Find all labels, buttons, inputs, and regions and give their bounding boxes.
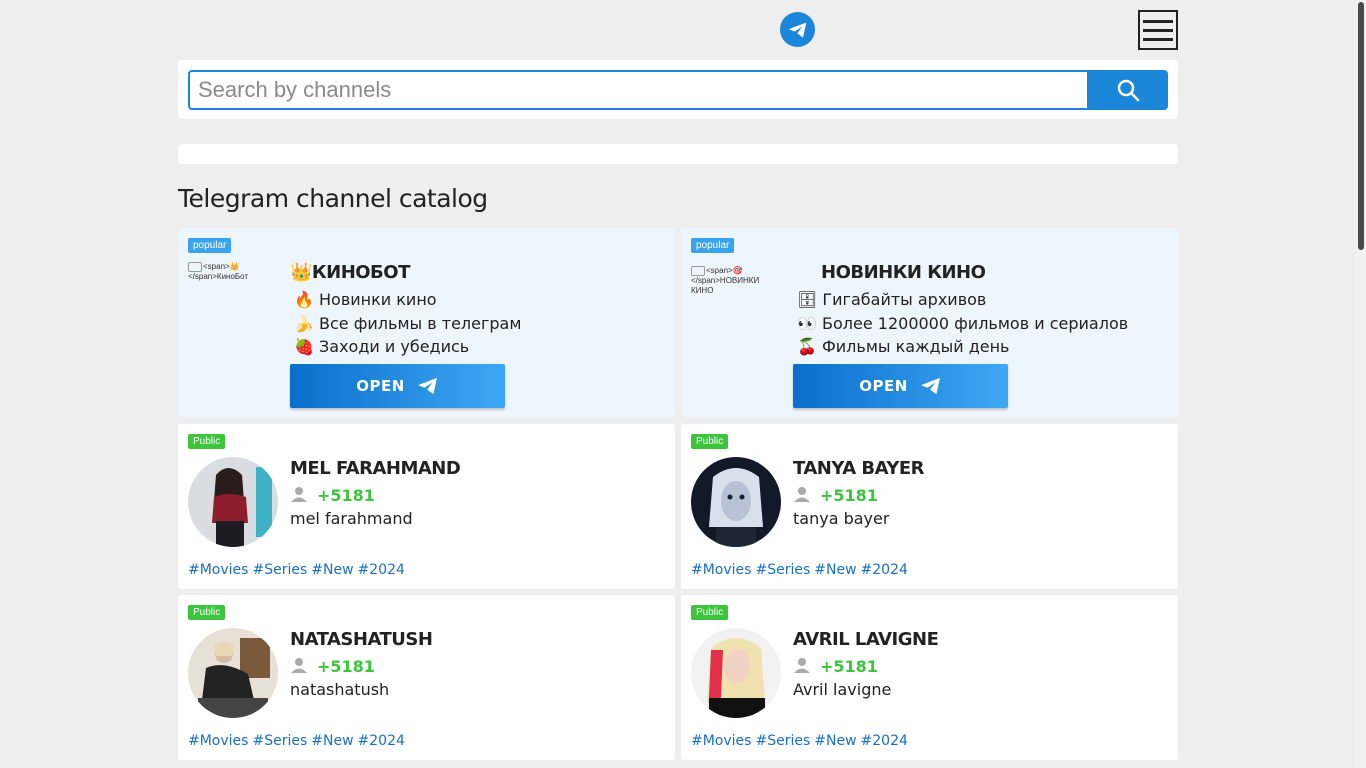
channel-title[interactable]: 👑КИНОБОТ [290, 262, 410, 283]
tag-link[interactable]: #Series [755, 733, 810, 749]
channel-tags: #Movies #Series #New #2024 [691, 733, 912, 749]
channel-description: tanya bayer [793, 509, 890, 528]
channel-card[interactable]: Public TANYA BAYER +5181 tanya bayer #Mo… [681, 424, 1178, 589]
channel-card[interactable]: Public AVRIL LAVIGNE +5181 Avril lavigne… [681, 595, 1178, 760]
channel-title[interactable]: TANYA BAYER [793, 458, 925, 479]
search-input[interactable] [188, 70, 1089, 110]
tag-link[interactable]: #Movies [691, 562, 751, 578]
channel-avatar[interactable] [691, 457, 781, 547]
open-button-label: OPEN [356, 377, 405, 395]
page-title: Telegram channel catalog [178, 184, 488, 213]
channel-description: natashatush [290, 680, 390, 699]
open-button[interactable]: OPEN [793, 364, 1008, 408]
public-badge: Public [188, 434, 226, 449]
open-button-label: OPEN [859, 377, 908, 395]
channel-tags: #Movies #Series #New #2024 [188, 733, 409, 749]
channel-avatar[interactable] [188, 628, 278, 718]
ad-banner [178, 144, 1178, 164]
popular-badge: popular [188, 238, 232, 253]
tag-link[interactable]: #2024 [358, 733, 405, 749]
public-badge: Public [188, 605, 226, 620]
user-icon [794, 658, 810, 673]
channel-avatar[interactable] [691, 628, 781, 718]
tag-link[interactable]: #Movies [188, 733, 248, 749]
tag-link[interactable]: #Movies [188, 562, 248, 578]
channel-line: 🍓 Заходи и убедись [294, 337, 470, 356]
channel-tags: #Movies #Series #New #2024 [188, 562, 409, 578]
tag-link[interactable]: #Series [755, 562, 810, 578]
tag-link[interactable]: #Series [252, 733, 307, 749]
tag-link[interactable]: #Series [252, 562, 307, 578]
channel-card[interactable]: Public NATASHATUSH +5181 natashatush #Mo… [178, 595, 675, 760]
popular-channel-card[interactable]: popular <span>👑</span>КиноБот 👑КИНОБОТ 🔥… [178, 228, 675, 417]
subscriber-count: +5181 [820, 657, 878, 676]
channel-image: <span>🎯</span>НОВИНКИ КИНО [691, 266, 760, 295]
channel-description: Avril lavigne [793, 680, 892, 699]
send-plane-icon [920, 377, 940, 395]
tag-link[interactable]: #2024 [861, 733, 908, 749]
channel-description: mel farahmand [290, 509, 413, 528]
channel-title[interactable]: НОВИНКИ КИНО [821, 262, 986, 283]
channel-avatar[interactable] [188, 457, 278, 547]
search-button[interactable] [1088, 70, 1168, 110]
search-panel [178, 60, 1178, 119]
channel-line: 🍒 Фильмы каждый день [797, 337, 1010, 356]
scrollbar-thumb[interactable] [1358, 2, 1364, 250]
channel-image: <span>👑</span>КиноБот [188, 262, 249, 281]
hamburger-menu-icon[interactable] [1138, 10, 1178, 50]
top-bar [178, 0, 1178, 60]
subscriber-count: +5181 [317, 657, 375, 676]
send-plane-icon [417, 377, 437, 395]
channel-title[interactable]: NATASHATUSH [290, 629, 433, 650]
subscriber-count: +5181 [317, 486, 375, 505]
tag-link[interactable]: #New [311, 562, 353, 578]
channel-line: 🔥 Новинки кино [294, 290, 437, 309]
user-icon [291, 487, 307, 502]
channel-line: 🗄 Гигабайты архивов [797, 290, 987, 309]
popular-badge: popular [691, 238, 735, 253]
user-icon [794, 487, 810, 502]
channel-line: 👀 Более 1200000 фильмов и сериалов [797, 314, 1129, 333]
channel-line: 🍌 Все фильмы в телеграм [294, 314, 522, 333]
page-scrollbar[interactable] [1355, 0, 1366, 768]
channel-card[interactable]: Public MEL FARAHMAND +5181 mel farahmand… [178, 424, 675, 589]
tag-link[interactable]: #New [814, 562, 856, 578]
channel-title[interactable]: AVRIL LAVIGNE [793, 629, 939, 650]
subscriber-count: +5181 [820, 486, 878, 505]
tag-link[interactable]: #New [311, 733, 353, 749]
page-container: Telegram channel catalog popular <span>👑… [178, 0, 1178, 760]
user-icon [291, 658, 307, 673]
public-badge: Public [691, 434, 729, 449]
search-icon [1117, 79, 1140, 102]
open-button[interactable]: OPEN [290, 364, 505, 408]
channel-title[interactable]: MEL FARAHMAND [290, 458, 461, 479]
tag-link[interactable]: #Movies [691, 733, 751, 749]
channel-tags: #Movies #Series #New #2024 [691, 562, 912, 578]
tag-link[interactable]: #New [814, 733, 856, 749]
public-badge: Public [691, 605, 729, 620]
tag-link[interactable]: #2024 [861, 562, 908, 578]
tag-link[interactable]: #2024 [358, 562, 405, 578]
popular-channel-card[interactable]: popular <span>🎯</span>НОВИНКИ КИНО НОВИН… [681, 228, 1178, 417]
telegram-logo-icon[interactable] [780, 12, 815, 47]
